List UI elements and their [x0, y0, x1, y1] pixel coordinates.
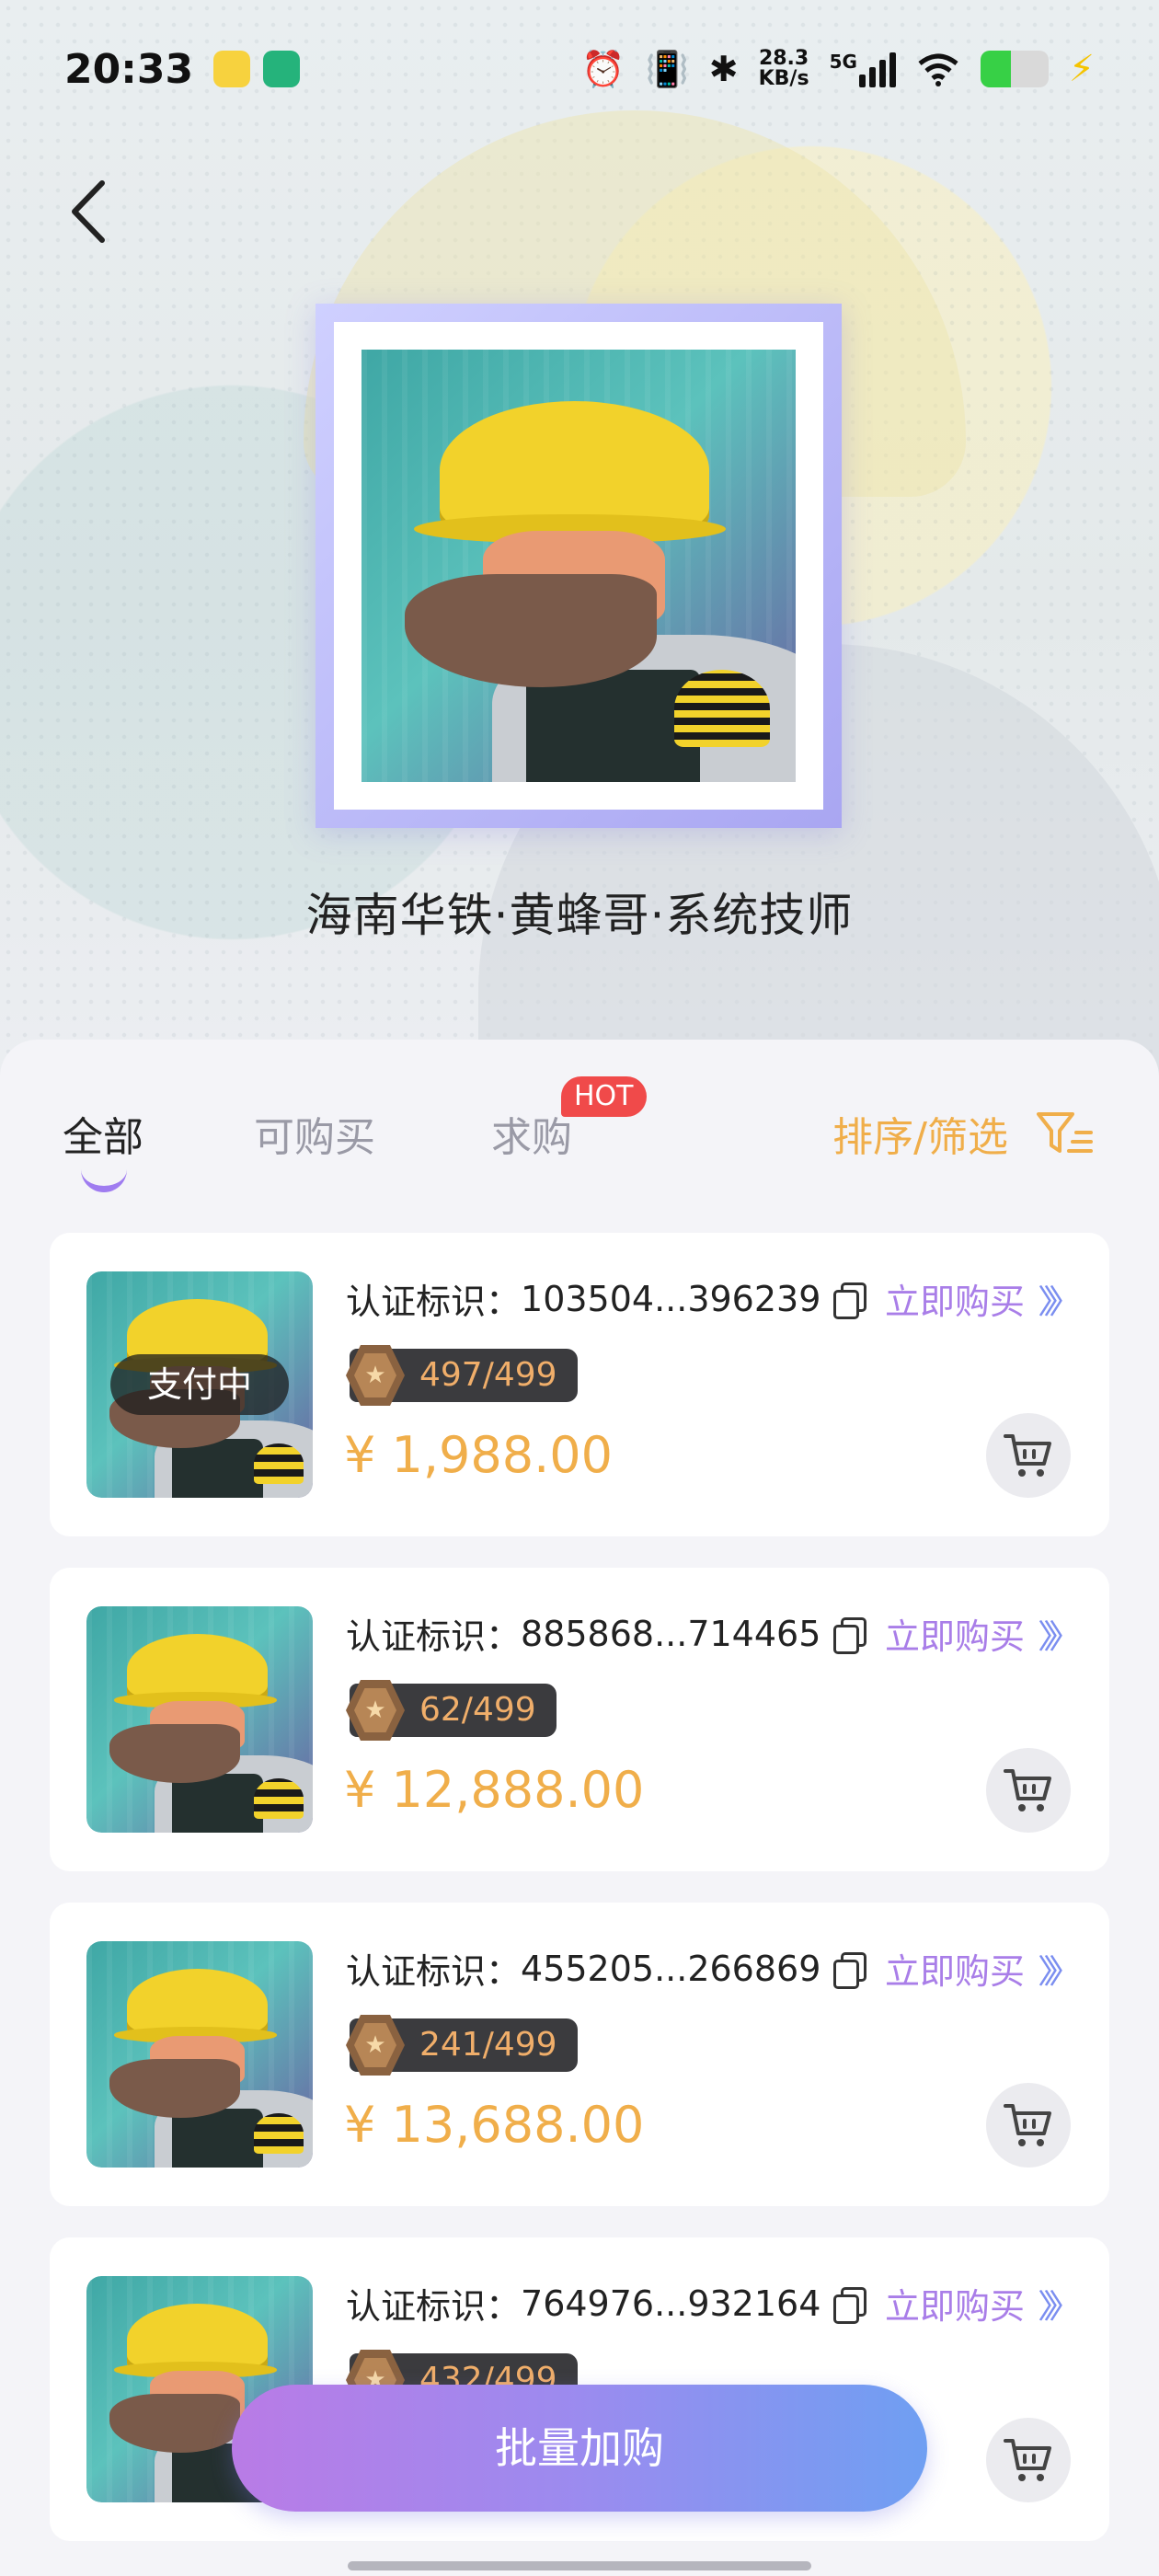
chevron-right-icon: 〉〉〉 [1037, 1282, 1082, 1321]
filter-icon [1037, 1112, 1093, 1153]
cert-id: 认证标识： 455205...266869 [346, 1943, 867, 1994]
listing-price: ¥ 1,988.00 [344, 1426, 613, 1484]
battery-level [980, 51, 1012, 87]
bulk-add-to-cart-button[interactable]: 批量加购 [232, 2385, 927, 2512]
cert-id: 认证标识： 764976...932164 [346, 2278, 867, 2329]
star-badge-icon: ★ [346, 1680, 405, 1741]
vibrate-icon: 📳 [645, 48, 689, 89]
app-notification-icon [263, 51, 301, 87]
wifi-icon [918, 53, 958, 86]
cert-id: 认证标识： 885868...714465 [346, 1608, 867, 1659]
chevron-left-icon [72, 180, 105, 243]
buy-now-label: 立即购买 [884, 1616, 1025, 1657]
buy-now-link[interactable]: 立即购买 〉〉〉 [884, 1273, 1082, 1324]
cert-value: 455205...266869 [521, 1948, 821, 1989]
listings-sheet: 全部 可购买 求购 HOT 排序/筛选 支付中 认证标识： 103504...3… [0, 1040, 1159, 2576]
network-speed-value: 28.3 [758, 47, 809, 70]
sort-filter-label: 排序/筛选 [832, 1114, 1008, 1161]
add-to-cart-button[interactable] [986, 2083, 1071, 2168]
cert-value: 885868...714465 [521, 1613, 821, 1654]
cart-icon [1004, 1769, 1051, 1811]
buy-now-label: 立即购买 [884, 2286, 1025, 2327]
cert-value: 103504...396239 [521, 1278, 821, 1319]
star-badge-icon: ★ [346, 2015, 405, 2076]
status-bar: 20:33 ⏰ 📳 ✱ 28.3 KB/s 5G ⚡ [0, 0, 1159, 138]
buy-now-label: 立即购买 [884, 1951, 1025, 1992]
sort-filter-button[interactable]: 排序/筛选 [832, 1104, 1093, 1163]
hot-badge: HOT [561, 1076, 647, 1117]
listing-price: ¥ 13,688.00 [344, 2096, 645, 2154]
chevron-right-icon: 〉〉〉 [1037, 2287, 1082, 2326]
notification-icons [213, 51, 301, 87]
network-speed-unit: KB/s [758, 67, 809, 90]
cart-icon [1004, 2104, 1051, 2146]
network-type: 5G [829, 51, 857, 73]
nft-artwork [361, 350, 796, 782]
edition-badge: ★ 497/499 [346, 1345, 578, 1406]
active-tab-indicator [81, 1168, 127, 1192]
cert-label: 认证标识： [346, 2286, 522, 2327]
listing-card[interactable]: 支付中 认证标识： 103504...396239 立即购买 〉〉〉 ★ 497… [50, 1233, 1109, 1536]
payment-status-badge: 支付中 [110, 1354, 289, 1415]
chevron-right-icon: 〉〉〉 [1037, 1952, 1082, 1991]
buy-now-link[interactable]: 立即购买 〉〉〉 [884, 1608, 1082, 1659]
signal-icon: 5G [830, 51, 896, 87]
add-to-cart-button[interactable] [986, 2418, 1071, 2502]
nft-artwork-frame[interactable] [316, 304, 842, 828]
network-speed: 28.3 KB/s [759, 49, 809, 89]
cert-label: 认证标识： [346, 1616, 522, 1657]
nft-title: 海南华铁·黄蜂哥·系统技师 [305, 889, 854, 942]
listing-thumbnail [86, 1606, 313, 1833]
alarm-icon: ⏰ [581, 48, 625, 89]
cert-label: 认证标识： [346, 1951, 522, 1992]
listing-thumbnail [86, 1941, 313, 2168]
chevron-right-icon: 〉〉〉 [1037, 1617, 1082, 1656]
listing-thumbnail: 支付中 [86, 1271, 313, 1498]
add-to-cart-button[interactable] [986, 1413, 1071, 1498]
charging-icon: ⚡ [1068, 48, 1095, 90]
tab-bar: 全部 可购买 求购 HOT 排序/筛选 [0, 1040, 1159, 1224]
cart-icon [1004, 1434, 1051, 1477]
copy-icon[interactable] [833, 1616, 867, 1654]
edition-number: 62/499 [419, 1691, 536, 1729]
add-to-cart-button[interactable] [986, 1748, 1071, 1833]
cart-icon [1004, 2439, 1051, 2481]
tab-want-to-buy[interactable]: 求购 [491, 1104, 572, 1163]
edition-badge: ★ 62/499 [346, 1680, 557, 1741]
home-indicator[interactable] [348, 2561, 811, 2570]
buy-now-link[interactable]: 立即购买 〉〉〉 [884, 1943, 1082, 1994]
buy-now-label: 立即购买 [884, 1282, 1025, 1322]
status-indicators: ⏰ 📳 ✱ 28.3 KB/s 5G ⚡ [581, 48, 1095, 90]
listing-card[interactable]: 认证标识： 885868...714465 立即购买 〉〉〉 ★ 62/499 … [50, 1568, 1109, 1871]
copy-icon[interactable] [833, 1282, 867, 1319]
back-button[interactable] [55, 175, 120, 248]
app-notification-icon [213, 51, 251, 87]
listing-price: ¥ 12,888.00 [344, 1761, 645, 1819]
edition-number: 497/499 [419, 1356, 557, 1394]
cert-id: 认证标识： 103504...396239 [346, 1273, 867, 1324]
tab-all[interactable]: 全部 [63, 1104, 143, 1163]
battery-icon [980, 51, 1049, 87]
listing-card[interactable]: 认证标识： 455205...266869 立即购买 〉〉〉 ★ 241/499… [50, 1903, 1109, 2206]
status-time: 20:33 [64, 45, 194, 93]
star-badge-icon: ★ [346, 1345, 405, 1406]
bluetooth-icon: ✱ [708, 49, 739, 89]
tab-buyable[interactable]: 可购买 [254, 1104, 375, 1163]
cert-label: 认证标识： [346, 1282, 522, 1322]
copy-icon[interactable] [833, 2286, 867, 2324]
edition-number: 241/499 [419, 2026, 557, 2064]
buy-now-link[interactable]: 立即购买 〉〉〉 [884, 2278, 1082, 2329]
edition-badge: ★ 241/499 [346, 2015, 578, 2076]
copy-icon[interactable] [833, 1951, 867, 1989]
cert-value: 764976...932164 [521, 2283, 821, 2324]
